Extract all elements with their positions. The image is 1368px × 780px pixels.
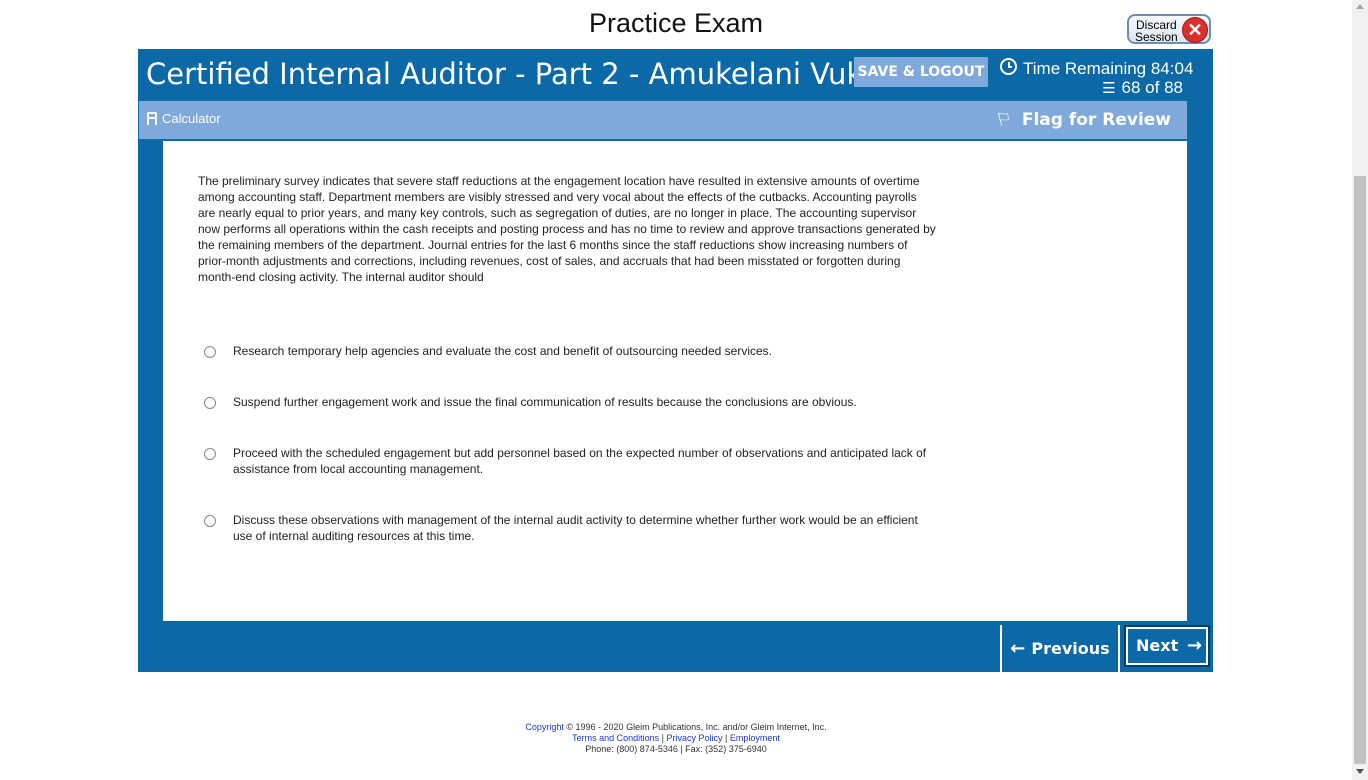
exam-title: Certified Internal Auditor - Part 2 - Am… bbox=[146, 57, 906, 91]
question-panel: The preliminary survey indicates that se… bbox=[163, 141, 1187, 621]
next-label: Next bbox=[1136, 636, 1179, 655]
calculator-icon bbox=[147, 112, 157, 125]
answer-radio[interactable] bbox=[204, 346, 216, 358]
next-button[interactable]: Next → bbox=[1124, 625, 1210, 667]
time-remaining-text: Time Remaining 84:04 bbox=[1023, 59, 1194, 78]
toolbar: Calculator ⚐ Flag for Review bbox=[139, 101, 1187, 139]
answer-radio[interactable] bbox=[204, 397, 216, 409]
previous-label: Previous bbox=[1031, 639, 1110, 658]
previous-button[interactable]: ← Previous bbox=[1000, 625, 1120, 672]
page-scrollbar[interactable] bbox=[1352, 0, 1368, 780]
scroll-down-arrow-icon[interactable] bbox=[1356, 769, 1364, 774]
discard-session-button[interactable]: Discard Session ✕ bbox=[1127, 14, 1211, 44]
footer: Copyright © 1996 - 2020 Gleim Publicatio… bbox=[0, 722, 1352, 755]
calculator-label: Calculator bbox=[162, 111, 221, 126]
discard-label-line2: Session bbox=[1135, 30, 1178, 44]
arrow-left-icon: ← bbox=[1010, 638, 1026, 659]
phone-fax: Phone: (800) 874-5346 | Fax: (352) 375-6… bbox=[585, 744, 767, 754]
answer-text: Proceed with the scheduled engagement bu… bbox=[233, 446, 927, 476]
time-remaining: Time Remaining 84:04 bbox=[1000, 58, 1193, 79]
question-text: The preliminary survey indicates that se… bbox=[198, 174, 936, 284]
save-logout-button[interactable]: SAVE & LOGOUT bbox=[854, 57, 988, 87]
exam-frame: Certified Internal Auditor - Part 2 - Am… bbox=[138, 49, 1213, 672]
calculator-button[interactable]: Calculator bbox=[147, 111, 221, 126]
scroll-thumb[interactable] bbox=[1354, 176, 1366, 764]
footer-separator: | bbox=[661, 733, 664, 743]
clock-icon bbox=[1000, 58, 1017, 75]
question-counter-text: 68 of 88 bbox=[1121, 78, 1183, 97]
terms-link[interactable]: Terms and Conditions bbox=[572, 733, 659, 743]
close-x-icon: ✕ bbox=[1183, 18, 1207, 42]
answer-text: Research temporary help agencies and eva… bbox=[233, 344, 773, 358]
answer-text: Discuss these observations with manageme… bbox=[233, 513, 918, 543]
copyright-text: © 1996 - 2020 Gleim Publications, Inc. a… bbox=[566, 722, 827, 732]
employment-link[interactable]: Employment bbox=[730, 733, 780, 743]
privacy-link[interactable]: Privacy Policy bbox=[667, 733, 723, 743]
flag-label: Flag for Review bbox=[1021, 110, 1171, 130]
arrow-right-icon: → bbox=[1186, 635, 1202, 656]
question-counter: ☰ 68 of 88 bbox=[1000, 78, 1183, 98]
copyright-link[interactable]: Copyright bbox=[525, 722, 564, 732]
answer-radio[interactable] bbox=[204, 515, 216, 527]
flag-for-review-button[interactable]: ⚐ Flag for Review bbox=[993, 107, 1171, 132]
scroll-up-arrow-icon[interactable] bbox=[1356, 4, 1364, 9]
question-list-icon[interactable]: ☰ bbox=[1102, 79, 1115, 97]
footer-separator: | bbox=[725, 733, 728, 743]
answer-radio[interactable] bbox=[204, 448, 216, 460]
answer-text: Suspend further engagement work and issu… bbox=[233, 395, 857, 409]
flag-icon: ⚐ bbox=[993, 107, 1015, 132]
